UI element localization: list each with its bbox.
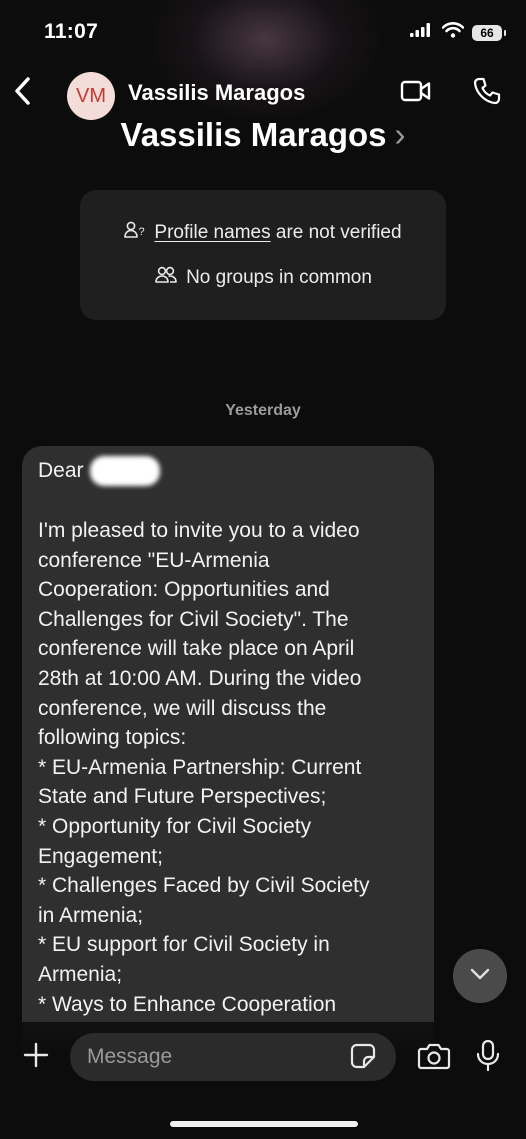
voice-call-button[interactable] <box>470 76 504 110</box>
message-line: * Challenges Faced by Civil Society <box>38 874 370 898</box>
home-indicator <box>170 1121 358 1127</box>
message-line: Cooperation: Opportunities and <box>38 578 330 602</box>
message-line: * Ways to Enhance Cooperation <box>38 992 337 1016</box>
chevron-left-icon <box>13 76 33 111</box>
message-line: following topics: <box>38 726 187 750</box>
camera-icon <box>417 1041 451 1076</box>
message-line: conference "EU-Armenia <box>38 548 270 572</box>
message-line: * EU-Armenia Partnership: Current <box>38 755 362 779</box>
safety-info-card: ? Profile names are not verified No grou… <box>80 190 446 320</box>
verify-notice-text: are not verified <box>275 222 402 243</box>
groups-notice: No groups in common <box>80 265 446 291</box>
message-line: Challenges for Civil Society". The <box>38 607 349 631</box>
message-line: in Armenia; <box>38 903 144 927</box>
status-indicators: 66 <box>410 22 506 43</box>
sticker-button[interactable] <box>348 1043 378 1073</box>
phone-icon <box>472 76 502 111</box>
verify-notice: ? Profile names are not verified <box>80 220 446 246</box>
camera-button[interactable] <box>416 1040 452 1076</box>
back-button[interactable] <box>8 74 38 112</box>
profile-name-link[interactable]: Vassilis Maragos › <box>0 116 526 154</box>
profile-name: Vassilis Maragos <box>120 116 387 153</box>
message-line: * Opportunity for Civil Society <box>38 814 312 838</box>
sticker-icon <box>349 1042 377 1075</box>
microphone-icon <box>475 1039 501 1078</box>
message-line: Armenia; <box>38 962 123 986</box>
signal-icon <box>410 22 434 43</box>
message-line: * EU support for Civil Society in <box>38 933 330 957</box>
message-line: conference will take place on April <box>38 637 355 661</box>
scroll-to-bottom-button[interactable] <box>453 949 507 1003</box>
groups-notice-text: No groups in common <box>186 267 372 288</box>
conversation-screen: 11:07 66 VM Vassilis Maragos Vassilis Ma… <box>0 0 526 1139</box>
message-line: State and Future Perspectives; <box>38 785 327 809</box>
battery-icon: 66 <box>472 24 506 41</box>
message-line: I'm pleased to invite you to a video <box>38 519 360 543</box>
message-line <box>38 486 418 516</box>
status-time: 11:07 <box>44 20 99 43</box>
video-call-button[interactable] <box>398 78 434 108</box>
message-greeting: Dear <box>38 459 84 482</box>
incoming-message-bubble[interactable]: Dear I'm pleased to invite you to a vide… <box>22 446 434 1086</box>
wifi-icon <box>441 22 465 43</box>
message-line: 28th at 10:00 AM. During the video <box>38 667 362 691</box>
avatar[interactable]: VM <box>67 72 115 120</box>
date-separator: Yesterday <box>225 402 301 419</box>
attach-button[interactable] <box>20 1040 52 1074</box>
video-camera-icon <box>400 79 432 108</box>
message-line: Engagement; <box>38 844 163 868</box>
message-body: I'm pleased to invite you to a video conf… <box>38 486 418 1019</box>
person-question-icon: ? <box>124 220 146 246</box>
chevron-down-icon <box>469 967 491 986</box>
svg-text:?: ? <box>139 226 145 238</box>
message-line: conference, we will discuss the <box>38 696 327 720</box>
plus-icon <box>23 1042 49 1073</box>
chevron-right-icon: › <box>394 116 406 153</box>
header-contact-name[interactable]: Vassilis Maragos <box>128 80 305 106</box>
voice-message-button[interactable] <box>472 1039 504 1078</box>
redacted-name <box>89 456 160 487</box>
message-greeting-line: Dear <box>38 456 418 487</box>
profile-names-link[interactable]: Profile names <box>154 222 270 243</box>
people-icon <box>154 265 178 291</box>
